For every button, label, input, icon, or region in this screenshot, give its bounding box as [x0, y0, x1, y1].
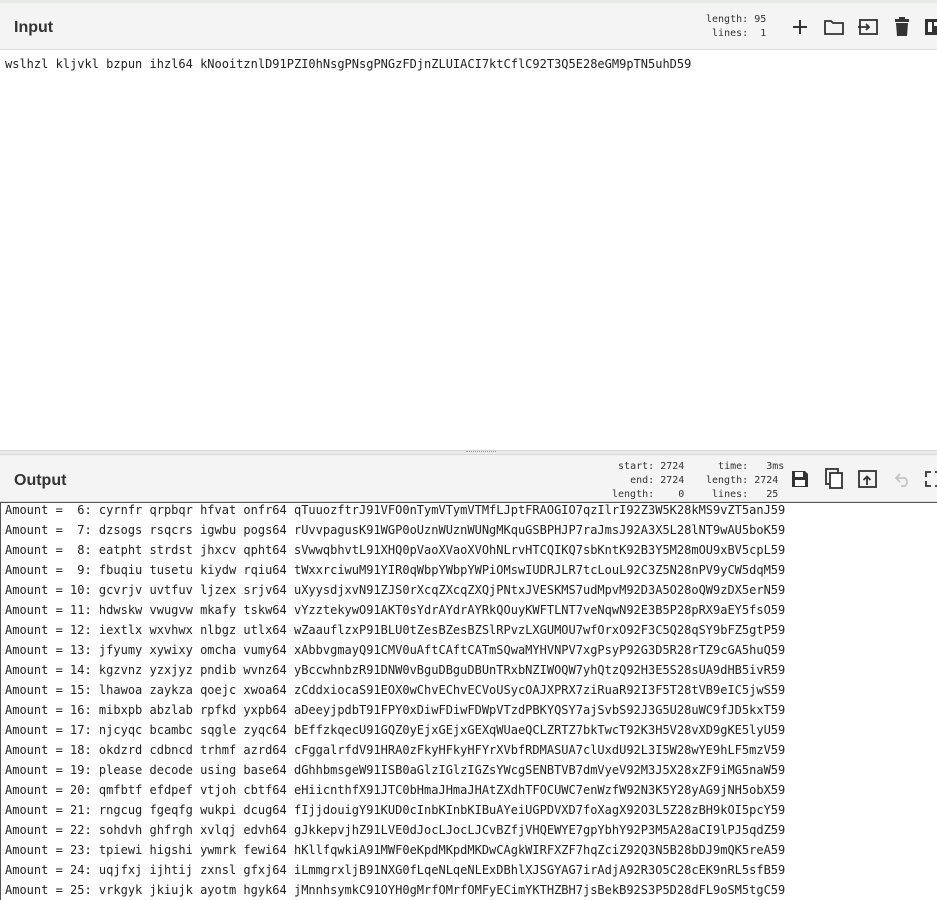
output-length-label: length:	[706, 475, 749, 486]
output-line: Amount = 15: lhawoa zaykza qoejc xwoa64 …	[5, 683, 786, 697]
output-textarea[interactable]: Amount = 6: cyrnfr qrpbqr hfvat onfr64 q…	[0, 502, 937, 900]
output-line: Amount = 10: gcvrjv uvtfuv ljzex srjv64 …	[5, 583, 786, 597]
output-line: Amount = 11: hdwskw vwugvw mkafy tskw64 …	[5, 603, 786, 617]
reset-layout-button[interactable]	[920, 14, 937, 40]
output-line: Amount = 20: qmfbtf efdpef vtjoh cbtf64 …	[5, 783, 786, 797]
undo-button[interactable]	[889, 466, 915, 492]
input-pane: Input length: 95 lines: 1 wslhzl kljvkl …	[0, 0, 937, 452]
copy-icon	[825, 468, 843, 489]
input-length-value: 95	[754, 14, 767, 25]
output-line: Amount = 7: dzsogs rsqcrs igwbu pogs64 r…	[5, 523, 786, 537]
undo-icon	[894, 473, 908, 487]
output-title: Output	[14, 472, 67, 489]
clear-input-button[interactable]	[889, 14, 915, 40]
output-line: Amount = 16: mibxpb abzlab rpfkd yxpb64 …	[5, 703, 786, 717]
add-tab-button[interactable]	[787, 14, 813, 40]
copy-output-button[interactable]	[821, 466, 847, 492]
output-line: Amount = 9: fbuqiu tusetu kiydw rqiu64 t…	[5, 563, 786, 577]
output-start-value: 2724	[660, 461, 685, 472]
output-header: Output start: 2724 end: 2724 length: 0 t…	[0, 455, 937, 502]
output-lines-label: lines:	[712, 489, 749, 500]
trash-icon	[895, 17, 909, 36]
input-header: Input length: 95 lines: 1	[0, 3, 937, 50]
save-icon	[792, 471, 808, 487]
output-time-value: 3ms	[766, 461, 785, 472]
add-icon	[793, 20, 807, 34]
import-icon	[858, 19, 878, 35]
output-sel-length-label: length:	[612, 489, 655, 500]
output-time-label: time:	[718, 461, 749, 472]
input-title: Input	[14, 19, 54, 36]
output-length-value: 2724	[754, 475, 779, 486]
output-line: Amount = 19: please decode using base64 …	[5, 763, 786, 777]
output-start-label: start:	[618, 461, 655, 472]
output-line: Amount = 14: kgzvnz yzxjyz pndib wvnz64 …	[5, 663, 786, 677]
import-file-button[interactable]	[855, 14, 881, 40]
maximise-output-button[interactable]	[920, 466, 937, 492]
output-line: Amount = 18: okdzrd cdbncd trhmf azrd64 …	[5, 743, 786, 757]
input-lines-label: lines:	[712, 28, 749, 39]
output-line: Amount = 17: njcyqc bcambc sqgle zyqc64 …	[5, 723, 786, 737]
input-stats: length: 95 lines: 1	[706, 13, 766, 41]
input-length-label: length:	[706, 14, 749, 25]
output-end-label: end:	[630, 475, 655, 486]
output-sel-length-value: 0	[678, 489, 685, 500]
output-selection-stats: start: 2724 end: 2724 length: 0	[612, 460, 684, 502]
output-line: Amount = 23: tpiewi higshi ywmrk fewi64 …	[5, 843, 786, 857]
maximise-icon	[925, 471, 937, 487]
save-output-button[interactable]	[787, 466, 813, 492]
output-line: Amount = 21: rngcug fgeqfg wukpi dcug64 …	[5, 803, 786, 817]
replace-input-icon	[858, 470, 877, 488]
open-folder-button[interactable]	[821, 14, 847, 40]
output-line: Amount = 12: iextlx wxvhwx nlbgz utlx64 …	[5, 623, 786, 637]
output-line: Amount = 6: cyrnfr qrpbqr hfvat onfr64 q…	[5, 503, 786, 517]
output-line: Amount = 22: sohdvh ghfrgh xvlqj edvh64 …	[5, 823, 786, 837]
resize-grip	[466, 451, 496, 453]
input-textarea[interactable]: wslhzl kljvkl bzpun ihzl64 kNooitznlD91P…	[5, 56, 930, 72]
replace-input-button[interactable]	[855, 466, 881, 492]
folder-icon	[824, 20, 844, 35]
output-end-value: 2724	[660, 475, 685, 486]
output-line: Amount = 8: eatpht strdst jhxcv qpht64 s…	[5, 543, 786, 557]
input-lines-value: 1	[760, 28, 767, 39]
layout-icon	[925, 19, 937, 35]
output-line: Amount = 25: vrkgyk jkiujk ayotm hgyk64 …	[5, 883, 786, 897]
output-line: Amount = 24: uqjfxj ijhtij zxnsl gfxj64 …	[5, 863, 786, 877]
output-stats: time: 3ms length: 2724 lines: 25	[706, 460, 784, 502]
output-lines-value: 25	[766, 489, 779, 500]
output-line: Amount = 13: jfyumy xywixy omcha vumy64 …	[5, 643, 786, 657]
